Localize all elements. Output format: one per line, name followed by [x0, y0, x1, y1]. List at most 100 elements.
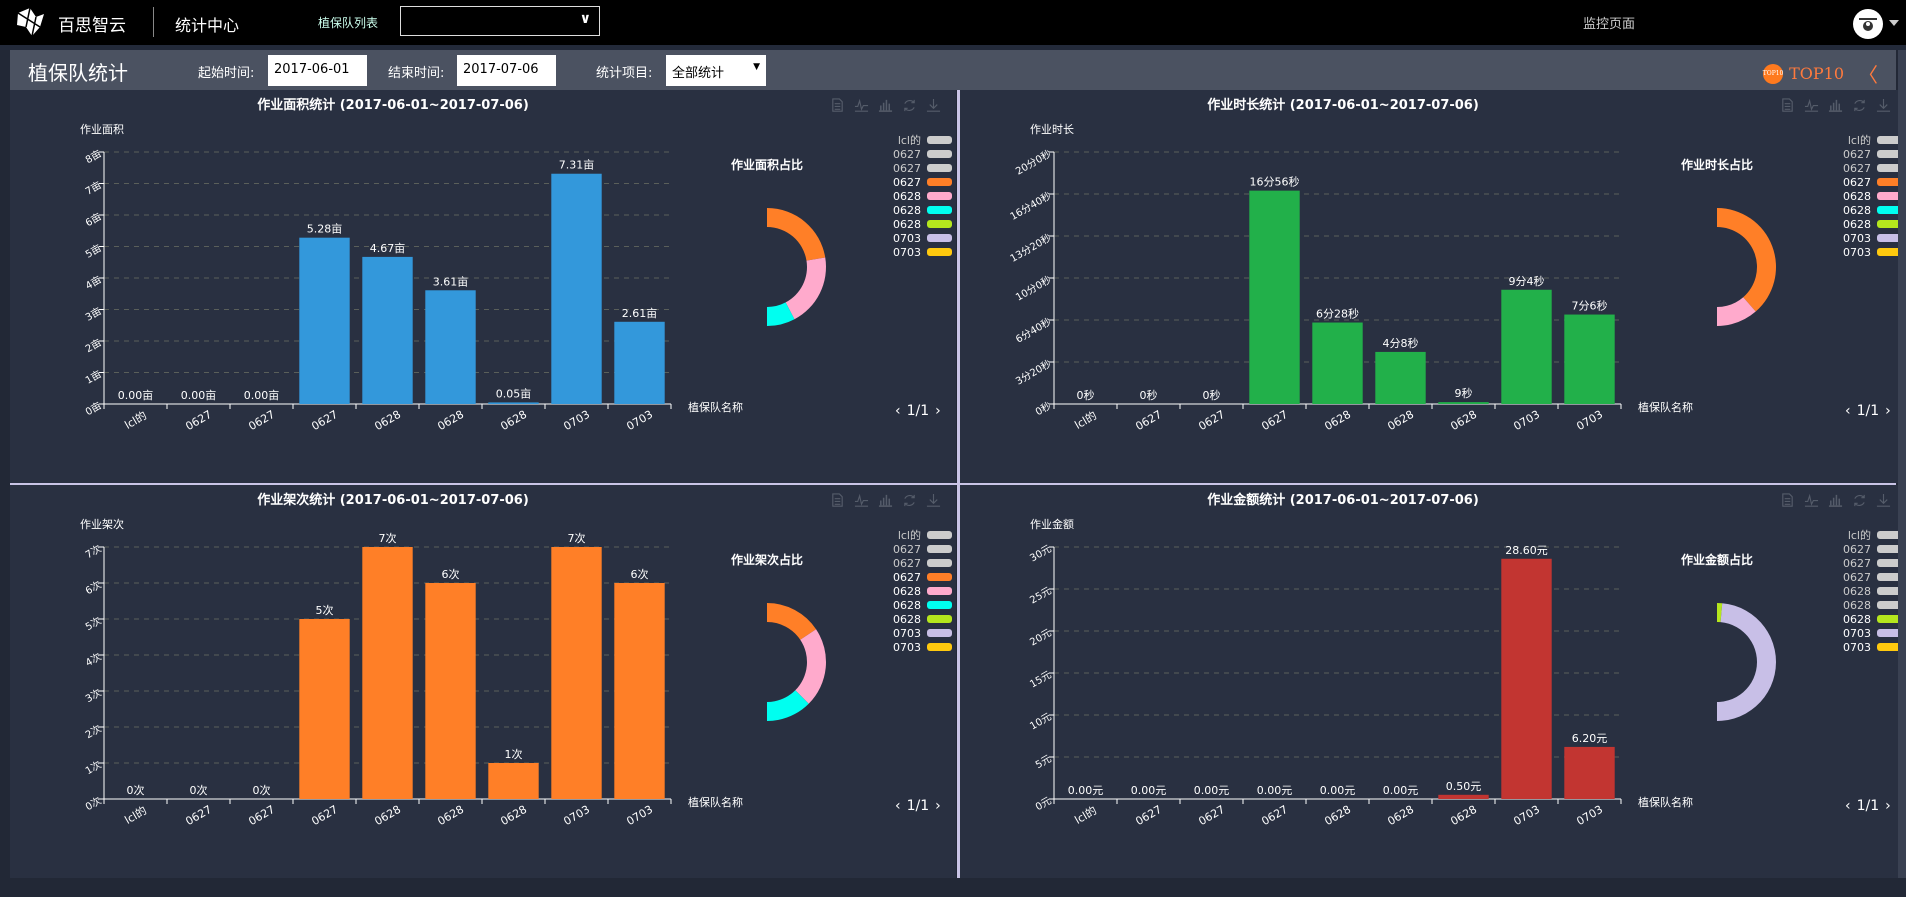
bar[interactable] [1438, 794, 1489, 799]
donut-slice[interactable] [712, 603, 767, 647]
section-title[interactable]: 统计中心 [175, 12, 239, 36]
donut-slice[interactable] [1658, 236, 1688, 307]
bar[interactable] [425, 290, 476, 404]
donut-slice[interactable] [795, 629, 827, 704]
bar[interactable] [614, 583, 665, 799]
chevron-left-icon[interactable]: 〈 [1858, 59, 1878, 88]
donut-slice[interactable] [1717, 208, 1776, 312]
restore-icon[interactable] [902, 98, 917, 113]
donut-slice[interactable] [734, 695, 751, 716]
chevron-right-icon[interactable]: › [1885, 798, 1891, 814]
legend-item-label[interactable]: 0627 [1843, 557, 1871, 570]
team-select[interactable]: ∨ [400, 6, 600, 36]
bar[interactable] [488, 402, 539, 404]
legend-item-label[interactable]: 0627 [1843, 176, 1871, 189]
legend-item-label[interactable]: 0627 [1843, 148, 1871, 161]
donut-slice[interactable] [785, 257, 826, 320]
bar[interactable] [1249, 190, 1300, 404]
legend-item-label[interactable]: 0628 [893, 218, 921, 231]
bar[interactable] [1564, 314, 1615, 404]
legend-swatch[interactable] [927, 248, 952, 256]
legend-item-label[interactable]: 0627 [893, 176, 921, 189]
legend-item-label[interactable]: 0628 [1843, 218, 1871, 231]
legend-item-label[interactable]: lcl的 [898, 528, 921, 542]
legend-swatch[interactable] [927, 192, 952, 200]
bar[interactable] [1501, 558, 1552, 799]
donut-slice[interactable] [708, 222, 748, 319]
legend-item-label[interactable]: 0627 [893, 571, 921, 584]
legend-swatch[interactable] [927, 178, 952, 186]
end-date-input[interactable]: 2017-07-06 [457, 55, 556, 86]
line-chart-icon[interactable] [1804, 98, 1819, 113]
restore-icon[interactable] [1852, 98, 1867, 113]
legend-item-label[interactable]: 0628 [1843, 613, 1871, 626]
legend-item-label[interactable]: 0628 [893, 613, 921, 626]
download-icon[interactable] [926, 98, 941, 113]
donut-slice[interactable] [740, 302, 795, 326]
chevron-right-icon[interactable]: › [935, 403, 941, 419]
legend-item-label[interactable]: 0627 [893, 148, 921, 161]
donut-slice[interactable] [1664, 603, 1717, 644]
legend-item-label[interactable]: 0627 [893, 162, 921, 175]
donut-slice[interactable] [767, 208, 826, 261]
legend-swatch[interactable] [927, 573, 952, 581]
download-icon[interactable] [1876, 98, 1891, 113]
data-view-icon[interactable] [1780, 493, 1795, 508]
donut-slice[interactable] [739, 302, 748, 319]
legend-swatch[interactable] [927, 206, 952, 214]
download-icon[interactable] [1876, 493, 1891, 508]
start-date-input[interactable]: 2017-06-01 [268, 55, 367, 86]
bar[interactable] [551, 173, 602, 404]
legend-item-label[interactable]: 0703 [893, 641, 921, 654]
bar[interactable] [1501, 289, 1552, 404]
line-chart-icon[interactable] [1804, 493, 1819, 508]
bar[interactable] [362, 547, 413, 799]
legend-item-label[interactable]: 0703 [893, 627, 921, 640]
legend-item-label[interactable]: 0703 [1843, 627, 1871, 640]
donut-slice[interactable] [1675, 295, 1709, 325]
legend-item-label[interactable]: 0703 [1843, 246, 1871, 259]
bar-chart-icon[interactable] [878, 493, 893, 508]
bar[interactable] [488, 763, 539, 799]
legend-swatch[interactable] [927, 587, 952, 595]
donut-slice[interactable] [1674, 294, 1689, 308]
legend-swatch[interactable] [927, 220, 952, 228]
legend-swatch[interactable] [927, 559, 952, 567]
bar[interactable] [299, 237, 350, 404]
bar[interactable] [299, 619, 350, 799]
legend-swatch[interactable] [927, 234, 952, 242]
chevron-left-icon[interactable]: ‹ [1845, 798, 1851, 814]
data-view-icon[interactable] [830, 98, 845, 113]
restore-icon[interactable] [1852, 493, 1867, 508]
restore-icon[interactable] [902, 493, 917, 508]
avatar[interactable] [1853, 9, 1883, 39]
line-chart-icon[interactable] [854, 98, 869, 113]
legend-item-label[interactable]: lcl的 [1848, 528, 1871, 542]
data-view-icon[interactable] [1780, 98, 1795, 113]
legend-item-label[interactable]: 0627 [1843, 162, 1871, 175]
donut-slice[interactable] [1667, 208, 1717, 246]
legend-swatch[interactable] [927, 629, 952, 637]
legend-item-label[interactable]: lcl的 [1848, 133, 1871, 147]
chevron-right-icon[interactable]: › [1885, 403, 1891, 419]
legend-item-label[interactable]: 0703 [893, 246, 921, 259]
legend-item-label[interactable]: 0628 [893, 599, 921, 612]
top10-button[interactable]: TOP10 TOP10 〈 [1763, 59, 1878, 88]
legend-item-label[interactable]: 0628 [893, 190, 921, 203]
bar[interactable] [362, 256, 413, 404]
legend-item-label[interactable]: 0627 [1843, 543, 1871, 556]
legend-swatch[interactable] [927, 150, 952, 158]
chevron-left-icon[interactable]: ‹ [895, 798, 901, 814]
legend-item-label[interactable]: 0628 [1843, 599, 1871, 612]
chevron-left-icon[interactable]: ‹ [1845, 403, 1851, 419]
legend-item-label[interactable]: 0627 [893, 543, 921, 556]
legend-swatch[interactable] [927, 136, 952, 144]
caret-down-icon[interactable] [1889, 20, 1899, 26]
stat-item-select[interactable]: 全部统计 ▼ [666, 55, 766, 86]
legend-item-label[interactable]: 0627 [1843, 571, 1871, 584]
scrollbar[interactable] [1898, 50, 1906, 878]
chevron-right-icon[interactable]: › [935, 798, 941, 814]
legend-item-label[interactable]: 0628 [1843, 204, 1871, 217]
bar-chart-icon[interactable] [1828, 98, 1843, 113]
download-icon[interactable] [926, 493, 941, 508]
